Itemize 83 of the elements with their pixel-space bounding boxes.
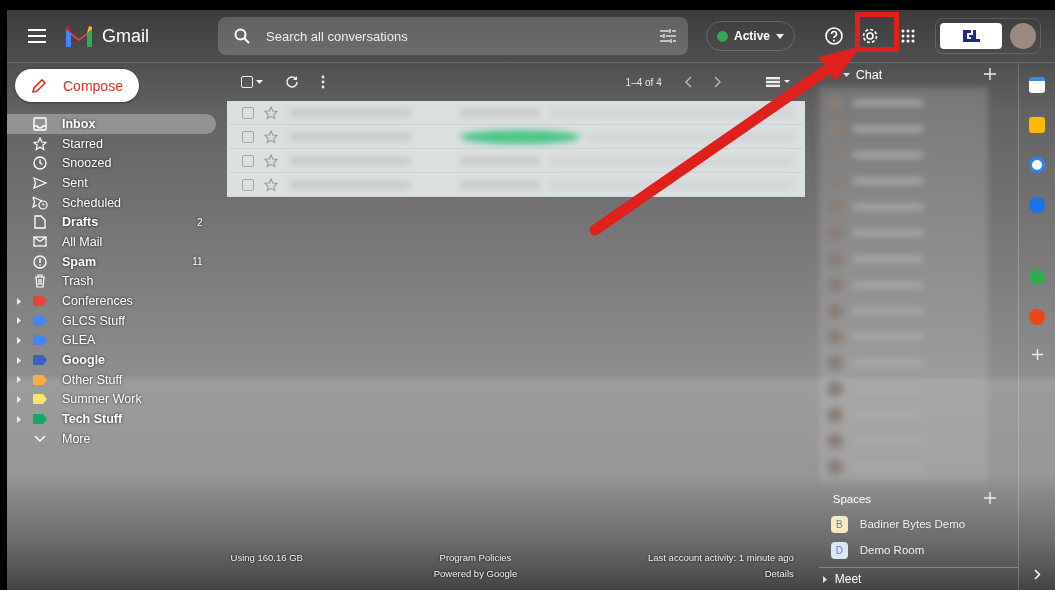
collapse-caret-icon[interactable] [842,73,850,77]
sidebar-item[interactable]: Snoozed [7,153,216,174]
sidebar-item[interactable]: Inbox [7,114,216,134]
star-icon[interactable] [263,129,278,144]
trash-icon [34,274,46,289]
compose-button[interactable]: Compose [15,69,139,102]
star-icon[interactable] [263,105,278,120]
account-activity-text: Last account activity: 1 minute ago [648,552,794,563]
powered-by-text: Powered by Google [433,568,518,579]
sidebar-item[interactable]: GLEA [7,330,216,351]
space-name[interactable]: Badiner Bytes Demo [859,518,966,530]
star-icon [33,136,47,151]
row-checkbox[interactable] [241,106,254,119]
help-icon[interactable] [825,27,844,45]
calendar-icon[interactable] [1029,77,1046,93]
sidebar-item[interactable]: All Mail [7,232,216,252]
sidebar-item[interactable]: More [7,429,216,449]
expand-arrow-icon[interactable] [17,415,21,423]
sidebar-item[interactable]: Scheduled [7,192,216,213]
add-icon[interactable] [1031,349,1043,360]
search-icon [234,28,250,44]
space-name[interactable]: Demo Room [859,544,925,556]
more-options-icon[interactable] [320,75,325,89]
warning-icon [33,254,47,269]
expand-arrow-icon[interactable] [17,317,21,325]
star-icon[interactable] [263,153,278,168]
add-chat-icon[interactable] [984,67,997,83]
row-checkbox[interactable] [241,178,254,191]
envelope-logo-icon [64,25,94,47]
sidebar-item[interactable]: Drafts 2 [7,212,216,233]
add-space-icon[interactable] [984,491,997,507]
highlight-box [855,12,899,52]
app-name: Gmail [102,25,149,47]
document-icon [34,215,46,230]
sidebar-item[interactable]: Google [7,350,216,370]
caret-icon [255,80,263,84]
caret-icon [776,33,785,39]
settings-icon[interactable] [861,27,880,45]
expand-caret-icon[interactable] [822,575,827,583]
chevron-down-icon [34,435,46,443]
pencil-icon [31,77,47,94]
sidebar-item[interactable]: Summer Work [7,389,216,410]
sidebar-item[interactable]: Conferences [7,291,216,311]
note-icon[interactable] [1029,117,1046,133]
meet-heading[interactable]: Meet [834,572,862,586]
refresh-icon[interactable] [284,75,299,89]
inbox-icon [33,116,47,131]
sidebar-item[interactable]: Other Stuff [7,369,216,390]
sidebar-item[interactable]: Sent [7,173,216,193]
expand-arrow-icon[interactable] [17,336,21,344]
next-page-icon[interactable] [713,76,722,88]
sidebar-item[interactable]: Tech Stuff [7,409,216,429]
select-all-checkbox[interactable] [240,76,263,88]
menu-icon[interactable] [28,29,46,43]
spaces-heading: Spaces [831,493,872,505]
organization-logo [940,23,1003,49]
details-link[interactable]: Details [764,568,794,579]
previous-page-icon[interactable] [683,76,692,88]
page-range: 1–4 of 4 [625,76,662,88]
sidebar-item[interactable]: GLCS Stuff [7,310,216,331]
program-policies-link[interactable]: Program Policies [439,552,512,563]
row-checkbox[interactable] [241,154,254,167]
expand-arrow-icon[interactable] [17,395,21,403]
apps-grid-icon[interactable] [901,29,916,43]
storage-usage: Using 160.16 GB [230,552,303,563]
scheduled-send-icon [32,195,48,210]
density-icon[interactable] [765,77,792,87]
search-input[interactable]: Search all conversations [264,27,646,45]
expand-arrow-icon[interactable] [17,376,21,384]
envelope-icon [33,236,47,248]
chat-heading[interactable]: Chat [855,68,883,82]
sidebar-item[interactable]: Starred [7,133,216,154]
expand-arrow-icon[interactable] [17,356,21,364]
expand-arrow-icon[interactable] [17,297,21,305]
star-icon[interactable] [263,177,278,192]
sidebar-item[interactable]: Spam 11 [7,251,216,272]
clock-icon [33,156,47,171]
sidebar-item[interactable]: Trash [7,271,216,292]
send-icon [33,176,47,189]
search-field[interactable]: Search all conversations [218,17,688,55]
filter-sliders-icon[interactable] [660,29,676,43]
row-checkbox[interactable] [241,130,254,143]
chevron-right-icon[interactable] [1033,569,1041,580]
